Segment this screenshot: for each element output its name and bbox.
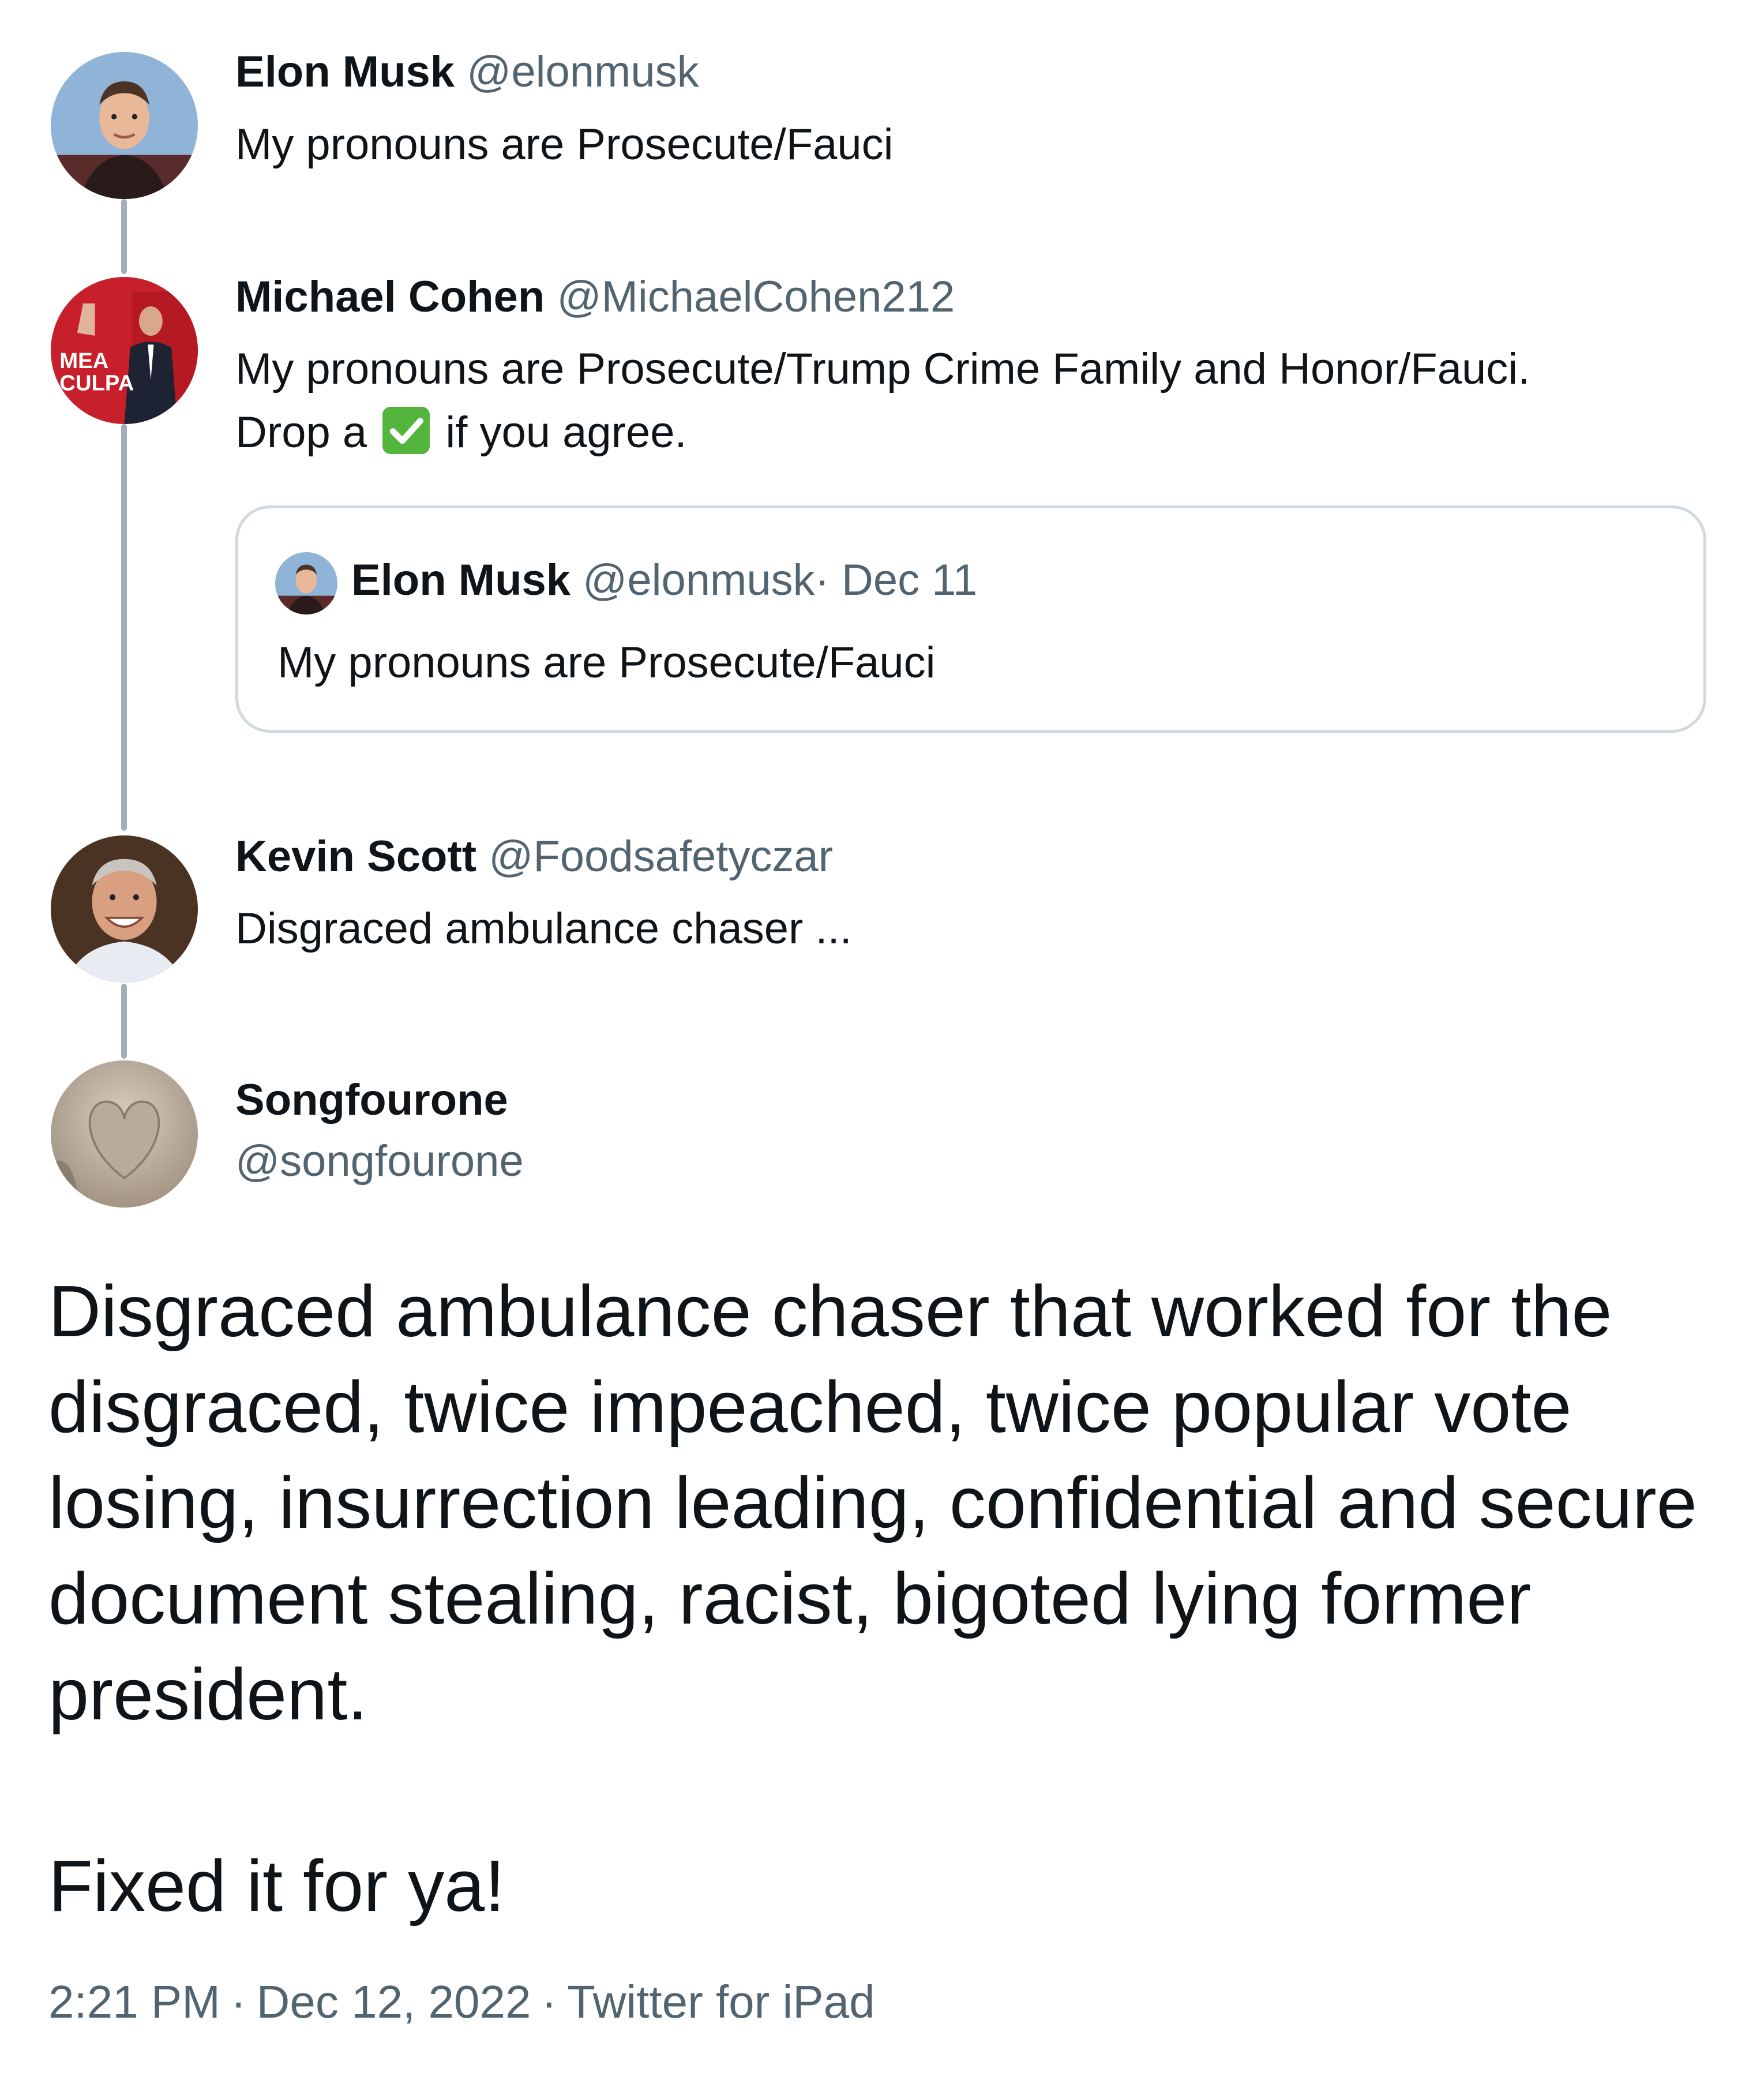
tweet-text: Disgraced ambulance chaser ... [235,904,852,953]
quoted-avatar[interactable] [275,552,337,614]
tweet-date[interactable]: Dec 12, 2022 [257,1976,531,2027]
quoted-tweet-date: · Dec 11 [815,556,978,605]
author-handle[interactable]: @MichaelCohen212 [557,272,955,321]
tweet-metadata: 2:21 PM · Dec 12, 2022 · Twitter for iPad [48,1973,875,2031]
avatar[interactable] [51,835,198,983]
avatar[interactable] [51,1060,198,1208]
tweet-text: My pronouns are Prosecute/Fauci [235,120,894,169]
main-tweet-author-name: Songfourone [235,1074,508,1126]
avatar-text: CULPA [59,370,134,395]
author-name[interactable]: Michael Cohen [235,272,545,321]
tweet-source[interactable]: Twitter for iPad [567,1976,875,2027]
main-tweet-author-handle: @songfourone [235,1135,524,1187]
author-handle[interactable]: @Foodsafetyczar [489,832,833,881]
quoted-tweet-header: Elon Musk @elonmusk· Dec 11 [351,554,977,606]
tweet-text-line: Drop a if you agree. [235,401,1530,464]
author-handle[interactable]: @songfourone [235,1137,524,1186]
tweet-header: Michael Cohen @MichaelCohen212 [235,271,955,323]
author-name[interactable]: Songfourone [235,1075,508,1125]
avatar-text: MEA [59,348,108,373]
quoted-tweet-card[interactable]: Elon Musk @elonmusk· Dec 11 My pronouns … [235,505,1706,733]
tweet-text-fragment: if you agree. [445,408,687,457]
separator: · [230,1976,246,2027]
kevin-scott-avatar-icon [51,835,198,983]
mea-culpa-avatar-icon: MEA CULPA [51,277,198,424]
quoted-author-handle: @elonmusk [583,556,815,605]
tweet-text-line: My pronouns are Prosecute/Trump Crime Fa… [235,344,1530,393]
main-tweet-paragraph: Fixed it for ya! [48,1845,505,1926]
author-name[interactable]: Elon Musk [235,47,455,96]
quoted-tweet-text: My pronouns are Prosecute/Fauci [277,638,936,687]
thread-connector-line [121,984,127,1059]
elon-musk-avatar-icon [275,552,337,614]
avatar[interactable]: MEA CULPA [51,277,198,424]
quoted-author-name: Elon Musk [351,556,571,605]
author-name[interactable]: Kevin Scott [235,832,476,881]
author-handle[interactable]: @elonmusk [467,47,699,96]
heart-sculpture-avatar-icon [51,1060,198,1208]
tweet-text-fragment: Drop a [235,408,367,457]
tweet-header: Elon Musk @elonmusk [235,46,699,98]
main-tweet-paragraph: Disgraced ambulance chaser that worked f… [48,1270,1697,1735]
tweet-text: My pronouns are Prosecute/Trump Crime Fa… [235,338,1530,464]
thread-connector-line [121,199,127,274]
tweet-time[interactable]: 2:21 PM [48,1976,220,2027]
thread-connector-line [121,424,127,831]
avatar[interactable] [51,52,198,199]
main-tweet-text: Disgraced ambulance chaser that worked f… [48,1264,1721,1934]
elon-musk-avatar-icon [51,52,198,199]
separator: · [541,1976,557,2027]
check-mark-emoji-icon [382,407,430,454]
tweet-header: Kevin Scott @Foodsafetyczar [235,831,833,883]
